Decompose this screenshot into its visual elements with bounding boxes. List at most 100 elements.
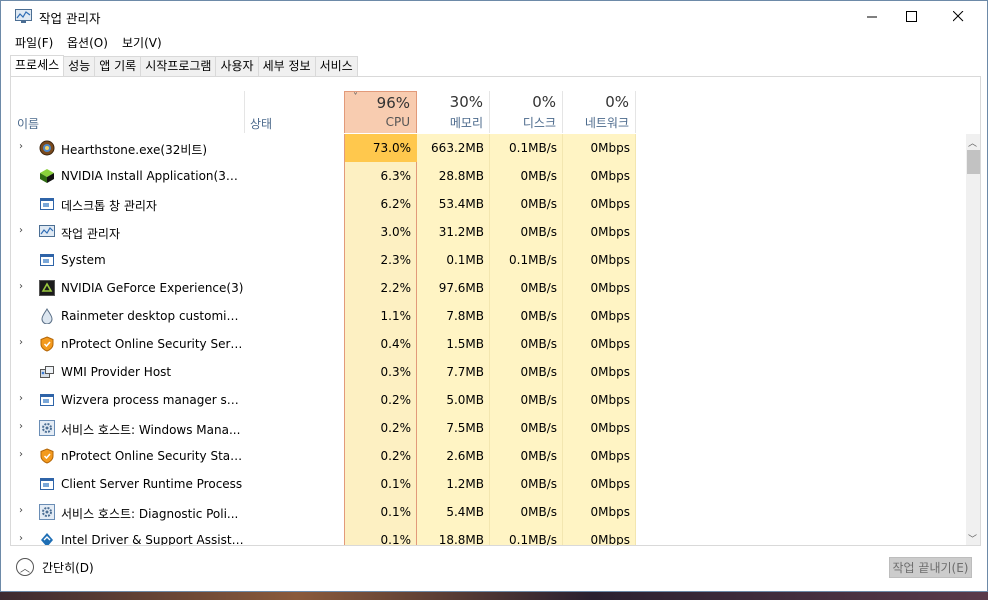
expand-chevron-icon[interactable]: › xyxy=(19,421,23,432)
menu-view[interactable]: 보기(V) xyxy=(122,34,162,51)
disk-value: 0MB/s xyxy=(520,197,557,211)
table-row[interactable]: System 2.3% 0.1MB 0.1MB/s 0Mbps xyxy=(11,246,967,274)
scroll-thumb[interactable] xyxy=(967,150,980,174)
process-name: 데스크톱 창 관리자 xyxy=(61,199,157,213)
minimize-icon xyxy=(866,16,877,17)
cpu-value: 0.1% xyxy=(380,477,412,491)
expand-chevron-icon[interactable]: › xyxy=(19,141,23,152)
fewer-details-label: 간단히(D) xyxy=(42,560,94,575)
hearthstone-icon xyxy=(39,140,55,156)
process-name: nProtect Online Security Starte... xyxy=(61,449,244,463)
memory-value: 18.8MB xyxy=(438,533,484,546)
memory-value: 5.0MB xyxy=(446,393,484,407)
network-value: 0Mbps xyxy=(590,505,630,519)
nvidia-cube-icon xyxy=(39,168,55,184)
disk-value: 0MB/s xyxy=(520,169,557,183)
column-header-row: 이름 상태 ˅ 96% CPU 30% 메모리 0% 디스크 0% 네트워크 xyxy=(11,91,980,133)
tab-app-history[interactable]: 앱 기록 xyxy=(95,56,142,77)
drop-icon xyxy=(39,308,55,325)
maximize-button[interactable] xyxy=(888,1,934,31)
table-row[interactable]: Rainmeter desktop customizati... 1.1% 7.8M… xyxy=(11,302,967,330)
tab-services[interactable]: 서비스 xyxy=(315,56,358,77)
network-value: 0Mbps xyxy=(590,449,630,463)
network-value: 0Mbps xyxy=(590,197,630,211)
memory-value: 2.6MB xyxy=(446,449,484,463)
expand-chevron-icon[interactable]: › xyxy=(19,281,23,292)
memory-value: 31.2MB xyxy=(438,225,484,239)
disk-value: 0MB/s xyxy=(520,337,557,351)
tab-details[interactable]: 세부 정보 xyxy=(258,56,316,77)
header-status[interactable]: 상태 xyxy=(250,115,272,132)
memory-value: 7.8MB xyxy=(446,309,484,323)
menu-options[interactable]: 옵션(O) xyxy=(67,34,108,51)
table-row[interactable]: › NVIDIA GeForce Experience(3) 2.2% 97.6MB 0… xyxy=(11,274,967,302)
cpu-value: 6.2% xyxy=(380,197,412,211)
scroll-up-icon[interactable]: ︿ xyxy=(968,136,977,149)
expand-chevron-icon[interactable]: › xyxy=(19,225,23,236)
cpu-value: 0.2% xyxy=(380,393,412,407)
table-row[interactable]: NVIDIA Install Application(32... 6.3% 28.8… xyxy=(11,162,967,190)
title-bar[interactable]: 작업 관리자 xyxy=(1,1,987,31)
wmi-icon xyxy=(39,364,55,380)
header-network[interactable]: 0% 네트워크 xyxy=(563,91,636,133)
tab-users[interactable]: 사용자 xyxy=(216,56,259,77)
expand-chevron-icon[interactable]: › xyxy=(19,337,23,348)
table-row[interactable]: › Wizvera process manager servi... 0.2% 5.0… xyxy=(11,386,967,414)
header-disk[interactable]: 0% 디스크 xyxy=(490,91,563,133)
table-row[interactable]: › 서비스 호스트: Windows Mana... 0.2% 7.5MB 0MB/s 0… xyxy=(11,414,967,442)
process-name: WMI Provider Host xyxy=(61,365,172,379)
network-value: 0Mbps xyxy=(590,309,630,323)
cpu-total: 96% xyxy=(376,94,410,112)
table-row[interactable]: › Intel Driver & Support Assistan... 0.1% 1… xyxy=(11,526,967,546)
vertical-scrollbar[interactable]: ︿ ﹀ xyxy=(966,134,980,545)
table-row[interactable]: Client Server Runtime Process 0.1% 1.2MB 0M… xyxy=(11,470,967,498)
process-name: Intel Driver & Support Assistan... xyxy=(61,533,244,546)
process-name: 작업 관리자 xyxy=(61,227,121,241)
cpu-value: 3.0% xyxy=(380,225,412,239)
window-icon xyxy=(39,392,55,408)
maximize-icon xyxy=(905,10,917,22)
cpu-value: 0.2% xyxy=(380,449,412,463)
window-icon xyxy=(39,476,55,492)
table-row[interactable]: › 작업 관리자 3.0% 31.2MB 0MB/s 0Mbps xyxy=(11,218,967,246)
network-value: 0Mbps xyxy=(590,393,630,407)
expand-chevron-icon[interactable]: › xyxy=(19,505,23,516)
task-manager-icon xyxy=(39,224,55,240)
disk-total: 0% xyxy=(532,93,556,111)
expand-chevron-icon[interactable]: › xyxy=(19,449,23,460)
table-row[interactable]: › nProtect Online Security Starte... 0.2% 2… xyxy=(11,442,967,470)
disk-value: 0MB/s xyxy=(520,477,557,491)
memory-value: 97.6MB xyxy=(438,281,484,295)
disk-value: 0.1MB/s xyxy=(509,253,557,267)
tab-startup[interactable]: 시작프로그램 xyxy=(141,56,217,77)
network-label: 네트워크 xyxy=(584,116,629,130)
close-button[interactable] xyxy=(935,1,981,31)
table-row[interactable]: WMI Provider Host 0.3% 7.7MB 0MB/s 0Mbps xyxy=(11,358,967,386)
disk-value: 0MB/s xyxy=(520,309,557,323)
cpu-value: 0.1% xyxy=(380,505,412,519)
table-row[interactable]: › Hearthstone.exe(32비트) 73.0% 663.2MB 0.1MB/… xyxy=(11,134,967,162)
disk-value: 0.1MB/s xyxy=(509,141,557,155)
expand-chevron-icon[interactable]: › xyxy=(19,393,23,404)
fewer-details-button[interactable]: ︿ 간단히(D) xyxy=(16,558,94,576)
header-memory[interactable]: 30% 메모리 xyxy=(417,91,490,133)
table-row[interactable]: › nProtect Online Security Servic... 0.4% 1… xyxy=(11,330,967,358)
network-value: 0Mbps xyxy=(590,533,630,546)
shield-icon xyxy=(39,448,55,464)
gear-icon xyxy=(39,420,55,436)
network-value: 0Mbps xyxy=(590,477,630,491)
expand-chevron-icon[interactable]: › xyxy=(19,533,23,544)
network-value: 0Mbps xyxy=(590,253,630,267)
table-row[interactable]: 데스크톱 창 관리자 6.2% 53.4MB 0MB/s 0Mbps xyxy=(11,190,967,218)
header-name[interactable]: 이름 xyxy=(17,115,39,132)
menu-file[interactable]: 파일(F) xyxy=(15,34,53,51)
cpu-value: 1.1% xyxy=(380,309,412,323)
tab-performance[interactable]: 성능 xyxy=(64,56,96,77)
header-cpu[interactable]: ˅ 96% CPU xyxy=(344,91,417,133)
window-title: 작업 관리자 xyxy=(39,11,101,26)
table-row[interactable]: › 서비스 호스트: Diagnostic Poli... 0.1% 5.4MB 0MB… xyxy=(11,498,967,526)
end-task-button[interactable]: 작업 끝내기(E) xyxy=(889,557,972,578)
tab-processes[interactable]: 프로세스 xyxy=(10,55,65,77)
scroll-down-icon[interactable]: ﹀ xyxy=(968,532,977,545)
cpu-value: 6.3% xyxy=(380,169,412,183)
